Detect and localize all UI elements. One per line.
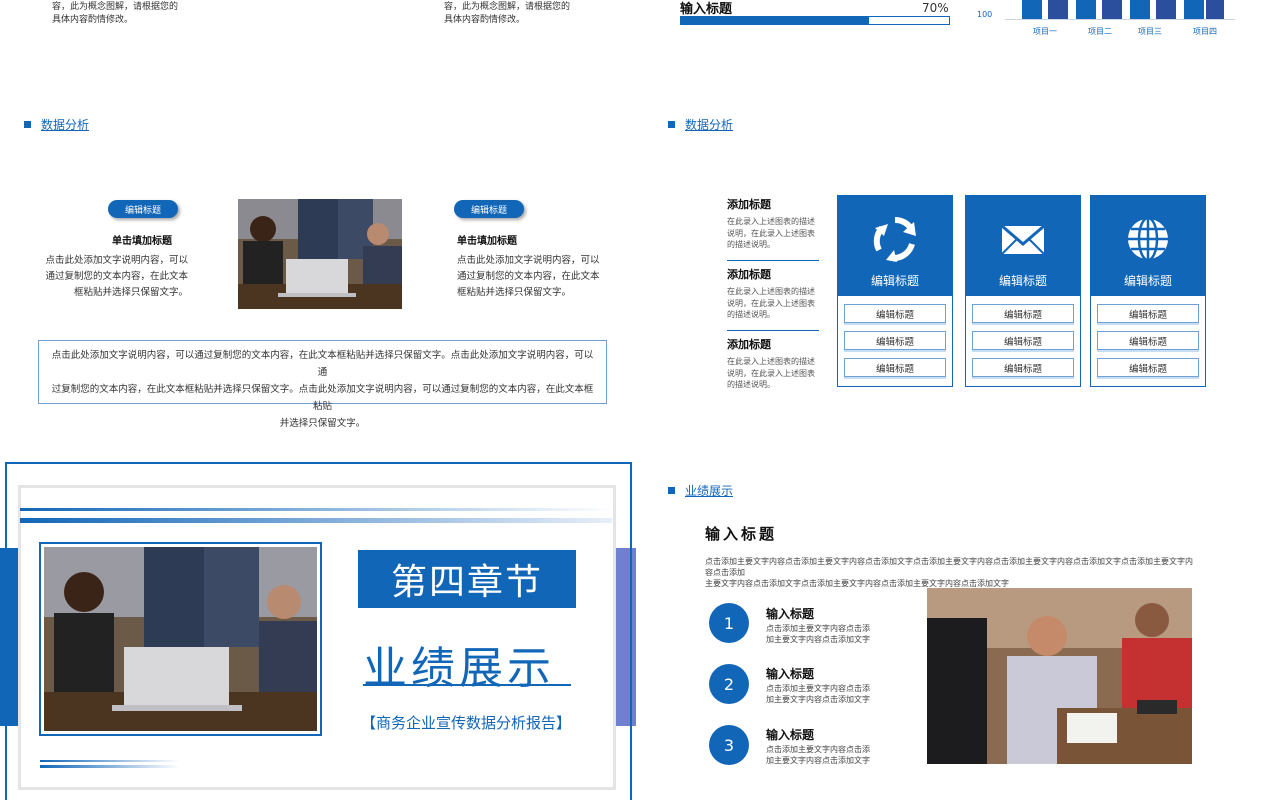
recycle-icon	[873, 216, 916, 262]
side-title-2: 添加标题	[727, 268, 771, 281]
pill-label-left: 编辑标题	[108, 200, 178, 218]
card-3-row-3[interactable]: 编辑标题	[1097, 358, 1199, 377]
bottom-line-1	[40, 760, 180, 762]
side-desc-3: 在此录入上述图表的描述 说明，在此录入上述图表 的描述说明。	[727, 357, 815, 389]
block-title-right: 单击填加标题	[457, 236, 517, 247]
slide6-heading: 输入标题	[705, 525, 778, 543]
progress-value-label: 70%	[922, 1, 949, 15]
side-title-1: 添加标题	[727, 198, 771, 211]
card-3[interactable]: 编辑标题 编辑标题 编辑标题 编辑标题	[1090, 195, 1206, 387]
category-label-4: 项目四	[1193, 27, 1217, 36]
step-desc-2: 点击添加主要文字内容点击添 加主要文字内容点击添加文字	[766, 684, 870, 704]
category-label-3: 项目三	[1138, 27, 1162, 36]
axis-tick: 100	[977, 10, 993, 19]
card-2-label: 编辑标题	[998, 274, 1047, 288]
slide1-col2-text: 容，此为概念图解，请根据您的 具体内容酌情修改。	[444, 2, 571, 25]
progress-title: 输入标题	[680, 2, 733, 17]
step-number-1: 1	[709, 603, 749, 643]
card-1-row-3[interactable]: 编辑标题	[844, 358, 946, 377]
section-header-data-analysis-2: 数据分析	[668, 116, 733, 133]
team-photo	[927, 588, 1192, 764]
card-2[interactable]: 编辑标题 编辑标题 编辑标题 编辑标题	[965, 195, 1081, 387]
category-label-2: 项目二	[1088, 27, 1112, 36]
step-title-2: 输入标题	[766, 667, 815, 681]
top-line-1	[20, 508, 612, 511]
card-1-row-1[interactable]: 编辑标题	[844, 304, 946, 323]
side-title-3: 添加标题	[727, 338, 771, 351]
side-divider-1	[727, 260, 819, 261]
category-label-1: 项目一	[1033, 27, 1057, 36]
card-3-row-2[interactable]: 编辑标题	[1097, 331, 1199, 350]
card-2-row-2[interactable]: 编辑标题	[972, 331, 1074, 350]
step-desc-3: 点击添加主要文字内容点击添 加主要文字内容点击添加文字	[766, 745, 870, 765]
section-header-data-analysis: 数据分析	[24, 116, 89, 133]
pill-label-right: 编辑标题	[454, 200, 524, 218]
bar-1a	[1022, 0, 1042, 19]
cover-title: 业绩展示	[363, 643, 555, 694]
card-3-label: 编辑标题	[1123, 274, 1172, 288]
bar-4b	[1206, 0, 1224, 19]
card-2-row-1[interactable]: 编辑标题	[972, 304, 1074, 323]
top-line-2	[20, 518, 612, 523]
section-marker	[24, 121, 31, 128]
slide1-col1-text: 容，此为概念图解，请根据您的 具体内容酌情修改。	[52, 2, 179, 25]
section-marker	[668, 121, 675, 128]
step-title-1: 输入标题	[766, 607, 815, 621]
bar-3a	[1130, 0, 1150, 19]
note-box: 点击此处添加文字说明内容，可以通过复制您的文本内容，在此文本框粘贴并选择只保留文…	[38, 340, 607, 429]
bar-1b	[1048, 0, 1068, 19]
chart-axis	[1005, 19, 1235, 20]
cover-subtitle: 【商务企业宣传数据分析报告】	[361, 714, 572, 732]
step-desc-1: 点击添加主要文字内容点击添 加主要文字内容点击添加文字	[766, 624, 870, 644]
card-1[interactable]: 编辑标题 编辑标题 编辑标题 编辑标题	[837, 195, 953, 387]
envelope-icon	[1001, 224, 1045, 255]
bar-3b	[1156, 0, 1176, 19]
side-divider-2	[727, 330, 819, 331]
bottom-line-2	[40, 765, 180, 768]
bar-4a	[1184, 0, 1204, 19]
side-desc-2: 在此录入上述图表的描述 说明，在此录入上述图表 的描述说明。	[727, 287, 815, 319]
block-title-left: 单击填加标题	[112, 236, 172, 247]
card-3-row-1[interactable]: 编辑标题	[1097, 304, 1199, 323]
section-header-performance: 业绩展示	[668, 482, 733, 499]
bar-2a	[1076, 0, 1096, 19]
block-desc-right: 点击此处添加文字说明内容，可以 通过复制您的文本内容，在此文本 框粘贴并选择只保…	[457, 255, 600, 298]
progress-bar	[680, 16, 950, 25]
card-1-row-2[interactable]: 编辑标题	[844, 331, 946, 350]
cover-photo	[39, 542, 322, 736]
meeting-photo	[238, 199, 402, 309]
section-marker	[668, 487, 675, 494]
chapter-label: 第四章节	[358, 550, 576, 608]
card-1-label: 编辑标题	[870, 274, 919, 288]
progress-fill	[681, 17, 869, 24]
card-2-row-3[interactable]: 编辑标题	[972, 358, 1074, 377]
title-underline	[363, 684, 571, 686]
bar-2b	[1102, 0, 1122, 19]
globe-icon	[1126, 216, 1170, 262]
side-desc-1: 在此录入上述图表的描述 说明，在此录入上述图表 的描述说明。	[727, 217, 815, 249]
block-desc-left: 点击此处添加文字说明内容，可以 通过复制您的文本内容，在此文本 框粘贴并选择只保…	[45, 255, 188, 298]
slide6-intro: 点击添加主要文字内容点击添加主要文字内容点击添加文字点击添加主要文字内容点击添加…	[705, 557, 1193, 588]
step-title-3: 输入标题	[766, 728, 815, 742]
step-number-3: 3	[709, 725, 749, 765]
step-number-2: 2	[709, 664, 749, 704]
